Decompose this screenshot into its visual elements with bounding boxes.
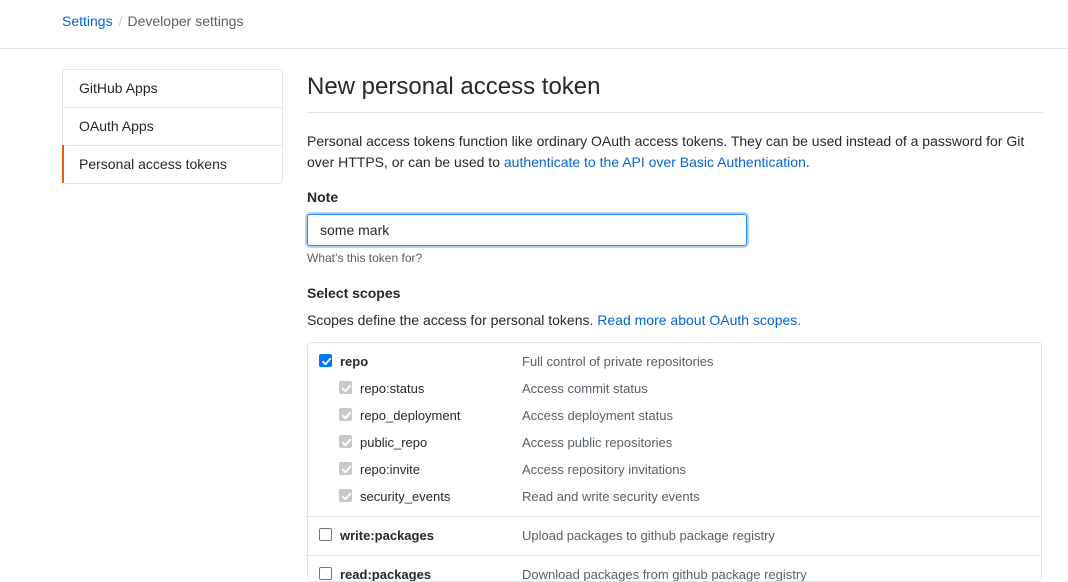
intro-paragraph: Personal access tokens function like ord…: [307, 131, 1043, 173]
scope-description: Access repository invitations: [522, 462, 687, 477]
scope-description: Download packages from github package re…: [522, 567, 807, 582]
scope-name[interactable]: read:packages: [340, 567, 431, 581]
breadcrumb-current: Developer settings: [127, 13, 244, 29]
scope-checkbox-write-packages[interactable]: [319, 528, 332, 541]
scope-group-write-packages: write:packages Upload packages to github …: [308, 517, 1041, 556]
scope-row-write-packages: write:packages Upload packages to github …: [308, 523, 1041, 550]
scope-row-public-repo: public_repo Access public repositories: [308, 430, 1041, 457]
scope-group-read-packages: read:packages Download packages from gith…: [308, 556, 1041, 582]
scope-name[interactable]: repo:invite: [360, 462, 420, 478]
scope-checkbox-repo-invite: [339, 462, 352, 475]
scope-row-repo-invite: repo:invite Access repository invitations: [308, 457, 1041, 484]
developer-settings-menu: GitHub Apps OAuth Apps Personal access t…: [62, 69, 283, 184]
intro-end: .: [805, 154, 810, 170]
scope-checkbox-repo-status: [339, 381, 352, 394]
menu-item-personal-access-tokens[interactable]: Personal access tokens: [62, 145, 282, 183]
scope-checkbox-security-events: [339, 489, 352, 502]
scope-checkbox-repo[interactable]: [319, 354, 332, 367]
scope-row-security-events: security_events Read and write security e…: [308, 484, 1041, 511]
scope-description: Read and write security events: [522, 489, 700, 504]
scope-name[interactable]: repo_deployment: [360, 408, 460, 424]
scopes-description: Scopes define the access for personal to…: [307, 310, 801, 330]
menu-item-oauth-apps[interactable]: OAuth Apps: [63, 108, 282, 146]
scope-description: Full control of private repositories: [522, 354, 714, 369]
scopes-description-text: Scopes define the access for personal to…: [307, 312, 598, 328]
scope-row-repo-status: repo:status Access commit status: [308, 376, 1041, 403]
scope-description: Access public repositories: [522, 435, 673, 450]
scope-description: Access deployment status: [522, 408, 674, 423]
breadcrumb: Settings / Developer settings: [62, 12, 243, 30]
breadcrumb-separator: /: [118, 13, 123, 29]
scope-checkbox-repo-deployment: [339, 408, 352, 421]
note-input[interactable]: [307, 214, 747, 246]
note-label: Note: [307, 189, 339, 205]
scope-name[interactable]: repo: [340, 354, 368, 370]
scope-name[interactable]: write:packages: [340, 528, 434, 544]
scope-name[interactable]: security_events: [360, 489, 450, 505]
oauth-scopes-link[interactable]: Read more about OAuth scopes.: [597, 312, 801, 328]
breadcrumb-settings-link[interactable]: Settings: [62, 13, 113, 29]
note-hint: What’s this token for?: [307, 251, 423, 265]
scope-checkbox-public-repo: [339, 435, 352, 448]
scope-row-repo-deployment: repo_deployment Access deployment status: [308, 403, 1041, 430]
scope-checkbox-read-packages[interactable]: [319, 567, 332, 580]
scope-group-repo: repo Full control of private repositories…: [308, 343, 1041, 517]
page-title: New personal access token: [307, 70, 1043, 113]
menu-item-github-apps[interactable]: GitHub Apps: [63, 70, 282, 108]
main-content: New personal access token Personal acces…: [307, 70, 1043, 582]
scope-row-read-packages: read:packages Download packages from gith…: [308, 562, 1041, 582]
scope-description: Access commit status: [522, 381, 648, 396]
select-scopes-label: Select scopes: [307, 285, 401, 301]
scope-name[interactable]: repo:status: [360, 381, 424, 397]
scopes-table: repo Full control of private repositories…: [307, 342, 1042, 582]
scope-description: Upload packages to github package regist…: [522, 528, 775, 543]
scope-name[interactable]: public_repo: [360, 435, 427, 451]
basic-auth-link[interactable]: authenticate to the API over Basic Authe…: [504, 154, 806, 170]
breadcrumb-bar: Settings / Developer settings: [0, 0, 1068, 49]
scope-row-repo: repo Full control of private repositories: [308, 349, 1041, 376]
